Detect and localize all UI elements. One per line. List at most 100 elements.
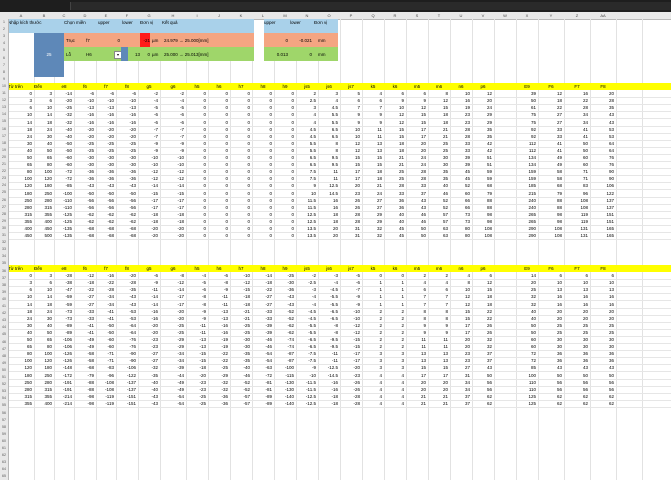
table-cell[interactable]: 30 [428,161,448,168]
table-cell[interactable]: -16 [74,119,94,126]
table-cell[interactable]: 9.5 [318,161,338,168]
table-cell[interactable]: -6 [74,90,94,97]
table-cell[interactable]: 0 [274,147,294,154]
table-cell[interactable]: -4 [296,293,316,300]
table-cell[interactable]: 35 [472,133,492,140]
row-number[interactable]: 49 [0,360,8,367]
table-cell[interactable]: -6 [160,111,184,118]
table-cell[interactable]: 0 [252,104,272,111]
table-cell[interactable]: 39 [450,161,470,168]
table-cell[interactable]: 19 [450,104,470,111]
table-cell[interactable]: 0 [274,204,294,211]
table-cell[interactable]: 35 [428,168,448,175]
row-number[interactable]: 13 [0,104,8,111]
table-cell[interactable]: 25 [428,147,448,154]
table-cell[interactable]: -90 [116,357,136,364]
table-cell[interactable]: -9 [186,315,206,322]
table-cell[interactable]: 20 [318,232,338,239]
table-cell[interactable]: 355 [34,211,52,218]
row-number[interactable]: 53 [0,388,8,395]
table-cell[interactable]: 4 [296,119,316,126]
table-cell[interactable] [494,315,514,322]
table-cell[interactable]: -40 [230,364,250,371]
table-cell[interactable]: -54 [160,400,184,407]
row-number[interactable]: 20 [0,154,8,161]
table-cell[interactable]: 33 [538,126,562,133]
table-cell[interactable]: 17 [450,329,470,336]
table-cell[interactable]: -46 [230,372,250,379]
table-cell[interactable]: 12 [340,140,360,147]
table-cell[interactable]: -20 [116,126,136,133]
table-cell[interactable]: -18 [160,218,184,225]
table-cell[interactable]: 45 [384,232,404,239]
table-cell[interactable]: 2 [384,308,404,315]
table-cell[interactable]: 50 [406,232,426,239]
table-cell[interactable]: -40 [138,386,158,393]
table-cell[interactable]: -20 [74,126,94,133]
table-cell[interactable]: -16 [208,329,228,336]
table-cell[interactable]: 45 [450,168,470,175]
table-cell[interactable]: -96 [96,372,114,379]
table-cell[interactable]: 8 [450,279,470,286]
table-cell[interactable]: 12 [384,111,404,118]
table-cell[interactable]: 3 [362,357,382,364]
row-number[interactable]: 57 [0,417,8,424]
table-cell[interactable]: 28 [340,218,360,225]
table-cell[interactable]: 0 [274,197,294,204]
table-cell[interactable]: 12 [450,301,470,308]
table-cell[interactable]: 159 [516,175,536,182]
table-cell[interactable]: 73 [450,211,470,218]
table-cell[interactable]: -8 [318,329,338,336]
table-cell[interactable]: -60 [96,343,114,350]
table-cell[interactable]: -36 [208,393,228,400]
table-cell[interactable]: -108 [96,386,114,393]
table-cell[interactable]: -6 [96,90,114,97]
table-cell[interactable]: 1 [384,301,404,308]
table-cell[interactable]: 23 [450,111,470,118]
table-cell[interactable]: 250 [8,197,32,204]
table-cell[interactable]: 26 [340,204,360,211]
table-cell[interactable]: 250 [8,379,32,386]
table-cell[interactable]: 2 [384,336,404,343]
table-cell[interactable]: 10 [384,104,404,111]
table-cell[interactable]: -140 [274,400,294,407]
table-cell[interactable]: 10 [340,133,360,140]
table-cell[interactable]: -5 [340,272,360,279]
table-cell[interactable]: -58 [74,357,94,364]
table-cell[interactable]: -35 [230,350,250,357]
table-cell[interactable]: -34 [96,293,114,300]
table-cell[interactable]: -18 [138,218,158,225]
table-cell[interactable]: -22 [208,357,228,364]
table-cell[interactable]: -17 [138,204,158,211]
table-cell[interactable]: -22 [208,350,228,357]
table-cell[interactable]: -47 [54,286,72,293]
table-cell[interactable]: -5.5 [296,329,316,336]
table-cell[interactable]: 36 [384,197,404,204]
table-cell[interactable]: -8 [160,272,184,279]
table-cell[interactable]: 17 [428,372,448,379]
table-cell[interactable]: 8 [428,308,448,315]
table-cell[interactable]: -11.5 [296,386,316,393]
table-cell[interactable] [494,364,514,371]
table-cell[interactable]: -20 [74,133,94,140]
table-cell[interactable]: 8 [406,315,426,322]
row-number[interactable]: 56 [0,410,8,417]
table-cell[interactable]: -14 [138,301,158,308]
table-cell[interactable]: 10 [340,126,360,133]
table-cell[interactable]: 120 [34,175,52,182]
input-size-cell[interactable]: 25 [34,33,64,77]
table-cell[interactable]: 20 [538,308,562,315]
row-number[interactable]: 65 [0,473,8,480]
table-cell[interactable]: 43 [538,364,562,371]
table-cell[interactable]: 7 [406,301,426,308]
table-cell[interactable]: -50 [54,147,72,154]
table-cell[interactable] [494,225,514,232]
table-cell[interactable]: -68 [96,225,114,232]
table-cell[interactable]: 0 [230,133,250,140]
table-cell[interactable]: -6 [340,279,360,286]
table-cell[interactable]: 0 [230,104,250,111]
table-cell[interactable]: 24 [8,133,32,140]
table-cell[interactable]: 21 [406,400,426,407]
table-cell[interactable]: 23 [450,119,470,126]
table-cell[interactable]: 0 [186,90,206,97]
